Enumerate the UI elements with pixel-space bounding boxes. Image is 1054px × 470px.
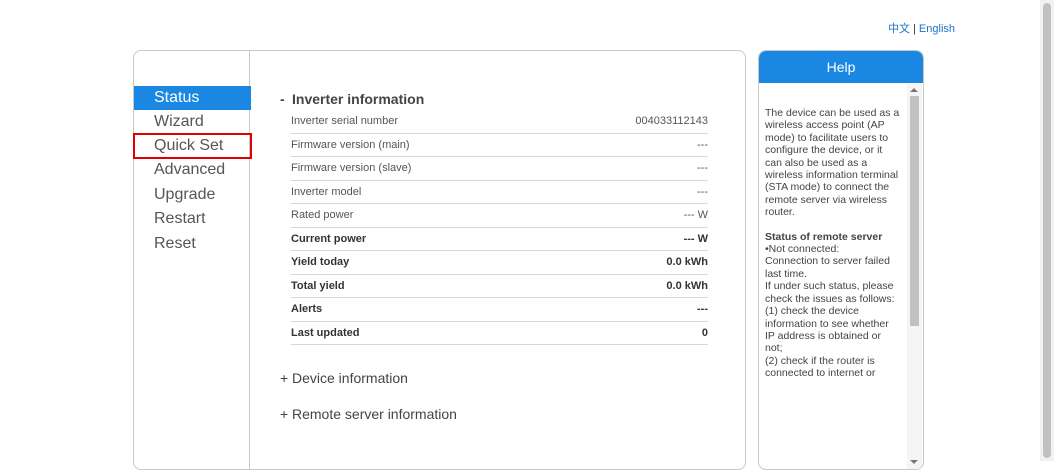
remote-section-title: Remote server information (292, 406, 457, 422)
inverter-section-title: Inverter information (292, 91, 425, 107)
row-label: Firmware version (slave) (291, 162, 412, 174)
row-label: Inverter serial number (291, 115, 398, 127)
help-panel: Help The device can be used as a wireles… (758, 50, 924, 470)
help-intro: The device can be used as a wireless acc… (765, 107, 900, 219)
device-section-toggle[interactable]: + Device information (280, 370, 708, 386)
help-scrollbar[interactable] (907, 84, 922, 469)
expand-icon: + (280, 406, 289, 422)
page-scrollbar[interactable] (1040, 0, 1054, 461)
help-text: The device can be used as a wireless acc… (765, 107, 900, 380)
row-value: --- (697, 138, 708, 151)
table-row: Current power --- W (291, 228, 708, 251)
help-scrollbar-thumb[interactable] (910, 96, 919, 326)
scroll-up-icon[interactable] (910, 88, 918, 92)
row-value: 0.0 kWh (666, 256, 708, 268)
table-row: Rated power --- W (291, 204, 708, 228)
table-row: Yield today 0.0 kWh (291, 251, 708, 275)
row-value: --- (697, 162, 708, 174)
help-title: Help (759, 51, 923, 83)
row-value: 0 (701, 326, 708, 339)
table-row: Firmware version (main) --- (291, 134, 708, 157)
table-row: Inverter model --- (291, 181, 708, 204)
row-value: --- W (683, 232, 708, 245)
table-row: Total yield 0.0 kWh (291, 275, 708, 298)
row-label: Last updated (291, 326, 360, 339)
row-value: 004033112143 (635, 115, 708, 127)
language-separator: | (913, 23, 916, 35)
row-value: --- (697, 303, 708, 315)
nav-item-status[interactable]: Status (134, 86, 251, 110)
table-row: Firmware version (slave) --- (291, 157, 708, 181)
row-value: --- (697, 185, 708, 198)
help-line: (1) check the device information to see … (765, 305, 889, 355)
nav-item-upgrade[interactable]: Upgrade (134, 183, 251, 207)
row-value: 0.0 kWh (666, 279, 708, 292)
help-status-title: Status of remote server (765, 230, 883, 243)
sidebar-nav: Status Wizard Quick Set Advanced Upgrade… (133, 51, 252, 469)
help-line: Connection to server failed last time. (765, 255, 890, 280)
remote-section-toggle[interactable]: + Remote server information (280, 406, 708, 422)
nav-item-wizard[interactable]: Wizard (134, 110, 251, 134)
language-english-link[interactable]: English (919, 23, 955, 35)
language-chinese-link[interactable]: 中文 (888, 23, 910, 35)
language-switcher: 中文 | English (888, 20, 955, 36)
nav-item-advanced[interactable]: Advanced (134, 158, 251, 182)
inverter-info-table: Inverter serial number 004033112143 Firmw… (291, 110, 708, 345)
row-label: Current power (291, 232, 367, 245)
row-label: Rated power (291, 209, 354, 221)
collapse-icon: - (280, 91, 285, 107)
status-content: - Inverter information Inverter serial nu… (280, 91, 708, 422)
table-row: Alerts --- (291, 298, 708, 322)
table-row: Inverter serial number 004033112143 (291, 110, 708, 134)
row-label: Alerts (291, 303, 323, 315)
expand-icon: + (280, 370, 289, 386)
table-row: Last updated 0 (291, 322, 708, 345)
nav-item-restart[interactable]: Restart (134, 207, 251, 231)
nav-item-reset[interactable]: Reset (134, 232, 251, 256)
row-value: --- W (683, 209, 708, 221)
row-label: Inverter model (291, 185, 362, 198)
row-label: Firmware version (main) (291, 138, 410, 151)
row-label: Yield today (291, 256, 350, 268)
page-scrollbar-thumb[interactable] (1043, 3, 1051, 458)
help-line: (2) check if the router is connected to … (765, 354, 876, 380)
row-label: Total yield (291, 279, 345, 292)
device-section-title: Device information (292, 370, 408, 386)
help-line: •Not connected: (765, 243, 840, 256)
main-panel: Status Wizard Quick Set Advanced Upgrade… (133, 50, 746, 470)
nav-item-quick-set[interactable]: Quick Set (133, 133, 252, 159)
inverter-section-toggle[interactable]: - Inverter information (280, 91, 708, 107)
help-line: If under such status, please check the i… (765, 280, 895, 305)
